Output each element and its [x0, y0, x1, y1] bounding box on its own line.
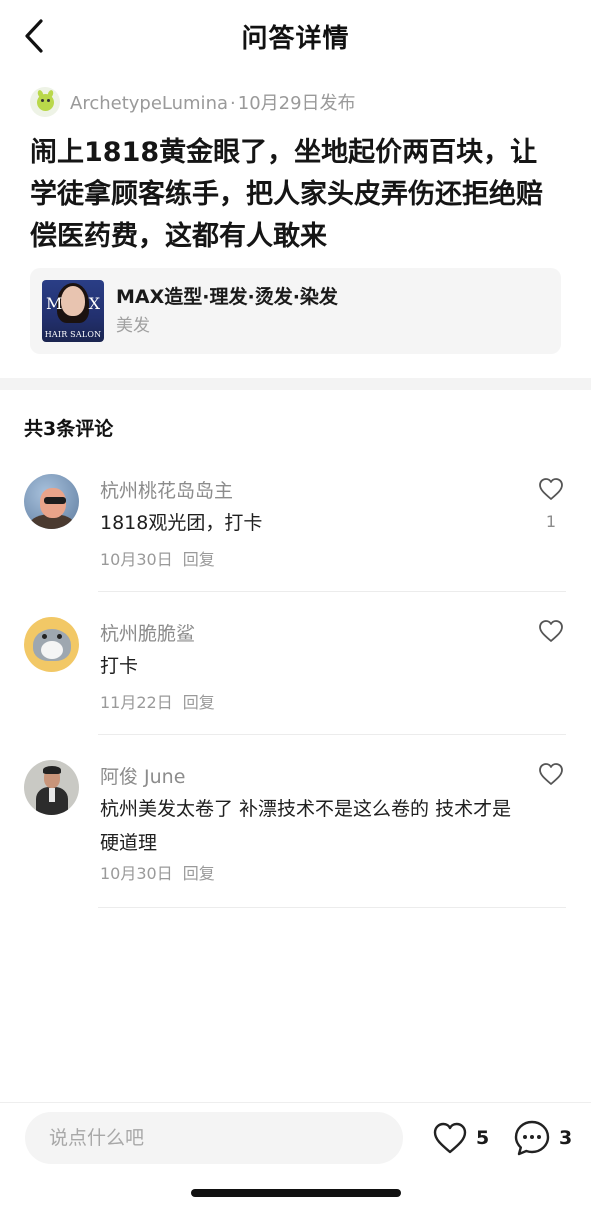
comment-author[interactable]: 阿俊 June	[100, 762, 185, 789]
comment-text: 杭州美发太卷了 补漂技术不是这么卷的 技术才是硬道理	[100, 798, 512, 854]
shop-category: 美发	[116, 316, 150, 336]
reply-button[interactable]: 回复	[183, 693, 215, 712]
comment-like-button[interactable]	[536, 617, 566, 645]
shop-thumb-salon: HAIR SALON	[44, 330, 102, 339]
reply-button[interactable]: 回复	[183, 864, 215, 883]
header: 问答详情	[0, 0, 591, 76]
shop-thumb-x: X	[88, 294, 100, 313]
author-name[interactable]: ArchetypeLumina	[70, 93, 228, 114]
heart-icon	[539, 620, 563, 642]
shop-thumbnail: M X HAIR SALON	[42, 280, 104, 342]
post-like-button[interactable]: 5	[432, 1118, 489, 1158]
comment-text: 1818观光团，打卡	[100, 512, 263, 534]
reply-button[interactable]: 回复	[183, 550, 215, 569]
comment-like-count: 1	[545, 512, 557, 531]
comment-input[interactable]	[25, 1112, 403, 1164]
shop-name: MAX造型·理发·烫发·染发	[116, 286, 338, 308]
avatar[interactable]	[24, 474, 79, 529]
shop-thumb-m: M	[46, 294, 63, 313]
bottom-bar-divider	[0, 1102, 591, 1103]
heart-icon	[539, 763, 563, 785]
post-comment-count: 3	[559, 1127, 573, 1149]
author-meta: ArchetypeLumina · 10月29日发布	[70, 89, 356, 115]
comment-date: 10月30日	[100, 550, 173, 569]
post-comment-button[interactable]: 3	[513, 1118, 572, 1158]
comment-author[interactable]: 杭州脆脆鲨	[100, 619, 195, 646]
comment-like-button[interactable]	[536, 475, 566, 503]
comment-meta: 10月30日 回复	[100, 860, 215, 884]
heart-icon	[433, 1122, 467, 1154]
page: 问答详情 ArchetypeLumina · 10月29日发布 闹上1818黄金眼了…	[0, 0, 591, 1211]
section-divider	[0, 378, 591, 390]
comment-like-button[interactable]	[536, 760, 566, 788]
shop-card[interactable]: M X HAIR SALON MAX造型·理发·烫发·染发 美发	[30, 268, 561, 354]
avatar[interactable]	[24, 617, 79, 672]
post-title: 闹上1818黄金眼了，坐地起价两百块，让学徒拿顾客练手，把人家头皮弄伤还拒绝赔偿…	[30, 137, 543, 252]
author-line[interactable]: ArchetypeLumina · 10月29日发布	[30, 86, 356, 118]
comment-meta: 11月22日 回复	[100, 689, 215, 713]
comment-meta: 10月30日 回复	[100, 546, 215, 570]
comment-date: 10月30日	[100, 864, 173, 883]
post-date: 10月29日发布	[237, 93, 356, 114]
author-separator: ·	[230, 93, 236, 114]
comment-date: 11月22日	[100, 693, 173, 712]
author-avatar[interactable]	[30, 87, 60, 117]
heart-icon	[539, 478, 563, 500]
comment-text: 打卡	[100, 655, 139, 677]
post-like-count: 5	[476, 1127, 490, 1149]
comment-divider	[98, 591, 566, 592]
page-title: 问答详情	[241, 24, 350, 54]
comment-bubble-icon	[514, 1120, 550, 1156]
comment-divider	[98, 734, 566, 735]
avatar[interactable]	[24, 760, 79, 815]
comment-divider	[98, 907, 566, 908]
home-indicator[interactable]	[191, 1189, 401, 1197]
comment-author[interactable]: 杭州桃花岛岛主	[100, 476, 233, 503]
shop-info: MAX造型·理发·烫发·染发 美发	[116, 283, 338, 339]
comments-count: 共3条评论	[24, 418, 114, 440]
